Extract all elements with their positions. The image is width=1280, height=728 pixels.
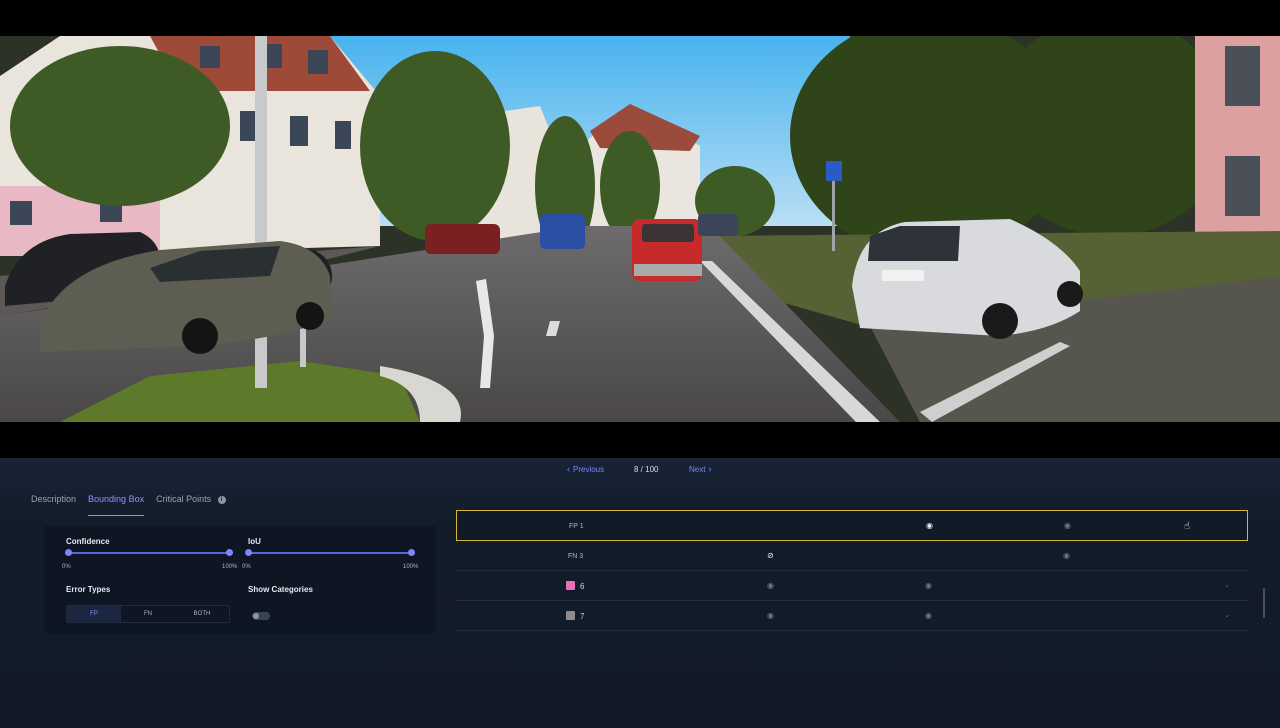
- eye-icon[interactable]: ◉: [926, 521, 933, 530]
- confidence-max-value: 100%: [222, 564, 238, 570]
- confidence-label: Confidence: [66, 537, 110, 546]
- chevron-down-icon[interactable]: ⌄: [1224, 611, 1230, 619]
- tab-label: Bounding Box: [88, 494, 145, 504]
- error-type-both[interactable]: BOTH: [175, 606, 229, 622]
- error-type-selector: FP FN BOTH: [66, 605, 230, 623]
- show-categories-toggle[interactable]: [252, 612, 270, 620]
- app-root: ‹ Previous 8 / 100 Next › Description Bo…: [0, 0, 1280, 728]
- result-row-fn[interactable]: FN 3 ⊘ ◉: [456, 541, 1248, 571]
- chevron-right-icon: ›: [708, 464, 712, 474]
- eye-icon[interactable]: ◉: [767, 611, 774, 620]
- results-list: FP 1 ◉ ◉ ☝ FN 3 ⊘ ◉ 6 ◉ ◉ ⌄ 7 ◉ ◉ ⌄: [456, 510, 1248, 631]
- tab-label: Critical Points: [156, 494, 212, 504]
- row-label: FP 1: [569, 523, 584, 530]
- category-color-swatch: [566, 611, 575, 620]
- confidence-min-handle[interactable]: [65, 549, 72, 556]
- eye-icon[interactable]: ◉: [925, 611, 932, 620]
- iou-slider[interactable]: [245, 548, 415, 558]
- tab-bounding-box[interactable]: Bounding Box: [88, 494, 145, 516]
- category-row-6[interactable]: 6 ◉ ◉ ⌄: [456, 571, 1248, 601]
- slider-track: [245, 552, 415, 554]
- previous-label: Previous: [573, 465, 605, 474]
- info-icon[interactable]: i: [217, 496, 226, 504]
- iou-max-value: 100%: [403, 564, 419, 570]
- street-scene-image: [0, 36, 1280, 422]
- iou-min-handle[interactable]: [245, 549, 252, 556]
- scrollbar[interactable]: [1263, 588, 1265, 618]
- confidence-min-value: 0%: [62, 564, 71, 570]
- image-viewer: [0, 0, 1280, 458]
- category-id: 7: [580, 612, 585, 621]
- slider-track: [65, 552, 233, 554]
- pagination: ‹ Previous 8 / 100 Next ›: [0, 458, 1280, 482]
- inspection-panel: ‹ Previous 8 / 100 Next › Description Bo…: [0, 458, 1280, 728]
- eye-icon[interactable]: ◉: [1064, 521, 1071, 530]
- eye-icon[interactable]: ◉: [1063, 551, 1070, 560]
- previous-button[interactable]: ‹ Previous: [567, 464, 605, 475]
- iou-min-value: 0%: [242, 564, 251, 570]
- chevron-left-icon: ‹: [567, 464, 570, 474]
- show-categories-label: Show Categories: [248, 585, 313, 594]
- filters-card: Confidence 0% 100% IoU 0% 100% Error Typ…: [44, 526, 436, 634]
- eye-icon[interactable]: ◉: [767, 581, 774, 590]
- iou-label: IoU: [248, 537, 261, 546]
- confidence-max-handle[interactable]: [226, 549, 233, 556]
- hand-cursor-icon: ☝: [1184, 521, 1191, 532]
- next-label: Next: [689, 465, 706, 474]
- page-indicator: 8 / 100: [634, 465, 659, 474]
- eye-off-icon[interactable]: ⊘: [767, 551, 774, 560]
- category-row-7[interactable]: 7 ◉ ◉ ⌄: [456, 601, 1248, 631]
- next-button[interactable]: Next ›: [689, 464, 712, 475]
- tab-label: Description: [31, 494, 77, 504]
- error-types-label: Error Types: [66, 585, 111, 594]
- row-label: FN 3: [568, 553, 584, 560]
- iou-max-handle[interactable]: [408, 549, 415, 556]
- chevron-down-icon[interactable]: ⌄: [1224, 581, 1230, 589]
- category-id: 6: [580, 582, 585, 591]
- eye-icon[interactable]: ◉: [925, 581, 932, 590]
- category-color-swatch: [566, 581, 575, 590]
- error-type-fn[interactable]: FN: [121, 606, 175, 622]
- result-row-fp[interactable]: FP 1 ◉ ◉ ☝: [456, 510, 1248, 541]
- tab-critical-points[interactable]: Critical Points i: [156, 494, 226, 516]
- panel-tabs: Description Bounding Box Critical Points…: [31, 494, 238, 516]
- error-type-fp[interactable]: FP: [67, 606, 121, 622]
- tab-description[interactable]: Description: [31, 494, 76, 516]
- confidence-slider[interactable]: [65, 548, 233, 558]
